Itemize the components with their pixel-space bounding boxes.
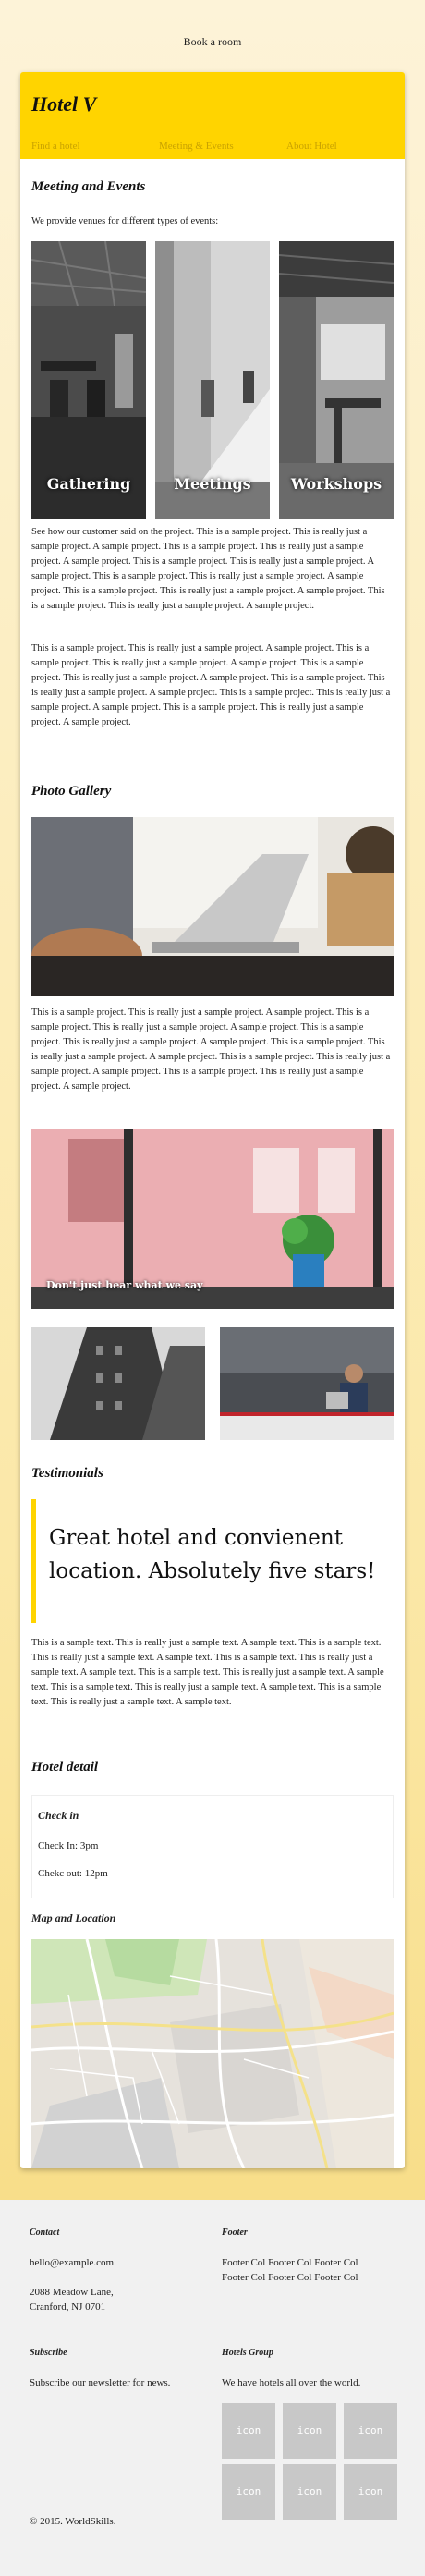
footer-subscribe-text: Subscribe our newsletter for news. [30,2377,171,2388]
footer-address-2: Cranford, NJ 0701 [30,2301,106,2313]
check-out-time: Chekc out: 12pm [38,1868,108,1879]
nav-find-hotel[interactable]: Find a hotel [31,140,80,152]
gallery-paragraph: This is a sample project. This is really… [31,1007,391,1092]
footer-address-1: 2088 Meadow Lane, [30,2287,114,2298]
tile-workshops-caption: Workshops [290,475,382,493]
hotel-icon-4[interactable]: icon [222,2464,275,2520]
testimonials-text: This is a sample text. This is really ju… [31,1638,384,1707]
gallery-caption: Don't just hear what we say [46,1279,203,1291]
quote-text: Great hotel and convienent location. Abs… [49,1526,376,1583]
gallery-photo-office[interactable] [220,1327,394,1440]
hotel-detail-box: Check in Check In: 3pm Chekc out: 12pm [31,1795,394,1898]
testimonial-quote: Great hotel and convienent location. Abs… [31,1499,394,1623]
nav-meeting-events[interactable]: Meeting & Events [159,140,234,152]
hotel-icon-5[interactable]: icon [283,2464,336,2520]
hotel-icon-3[interactable]: icon [344,2403,397,2459]
map-title: Map and Location [31,1911,116,1924]
gallery-photo-window[interactable]: Don't just hear what we say [31,1129,394,1309]
testimonials-title: Testimonials [31,1466,103,1481]
footer-group-title: Hotels Group [222,2348,273,2358]
meetings-intro: We provide venues for different types of… [31,216,219,226]
book-room-link[interactable]: Book a room [0,35,425,49]
tile-workshops[interactable]: Workshops [279,241,394,519]
meetings-title: Meeting and Events [31,179,146,194]
footer-cols-2: Footer Col Footer Col Footer Col [222,2272,358,2283]
hotel-icon-2[interactable]: icon [283,2403,336,2459]
location-map[interactable] [31,1939,394,2168]
footer-subscribe-title: Subscribe [30,2348,67,2358]
check-in-title: Check in [38,1809,79,1822]
meetings-paragraph-1: See how our customer said on the project… [31,527,385,611]
gallery-title: Photo Gallery [31,784,112,799]
site-header: Hotel V Find a hotel Meeting & Events Ab… [20,72,405,159]
footer-email[interactable]: hello@example.com [30,2255,114,2270]
tile-meetings[interactable]: Meetings [155,241,270,519]
footer-group-text: We have hotels all over the world. [222,2377,361,2388]
tile-gathering[interactable]: Gathering [31,241,146,519]
footer-footer-title: Footer [222,2228,248,2238]
gallery-photo-laptop[interactable] [31,817,394,996]
site-footer: Contact hello@example.com 2088 Meadow La… [0,2200,425,2576]
tile-gathering-caption: Gathering [46,475,131,493]
footer-contact-title: Contact [30,2228,60,2238]
footer-cols-1: Footer Col Footer Col Footer Col [222,2257,358,2268]
logo[interactable]: Hotel V [31,92,96,116]
hotel-detail-title: Hotel detail [31,1760,99,1775]
meetings-paragraph-2: This is a sample project. This is really… [31,643,391,727]
copyright: © 2015. WorldSkills. [30,2516,116,2527]
tile-meetings-caption: Meetings [174,475,251,493]
hotel-icon-6[interactable]: icon [344,2464,397,2520]
check-in-time: Check In: 3pm [38,1840,99,1851]
hotel-icon-1[interactable]: icon [222,2403,275,2459]
gallery-photo-building[interactable] [31,1327,205,1440]
nav-about-hotel[interactable]: About Hotel [286,140,337,152]
